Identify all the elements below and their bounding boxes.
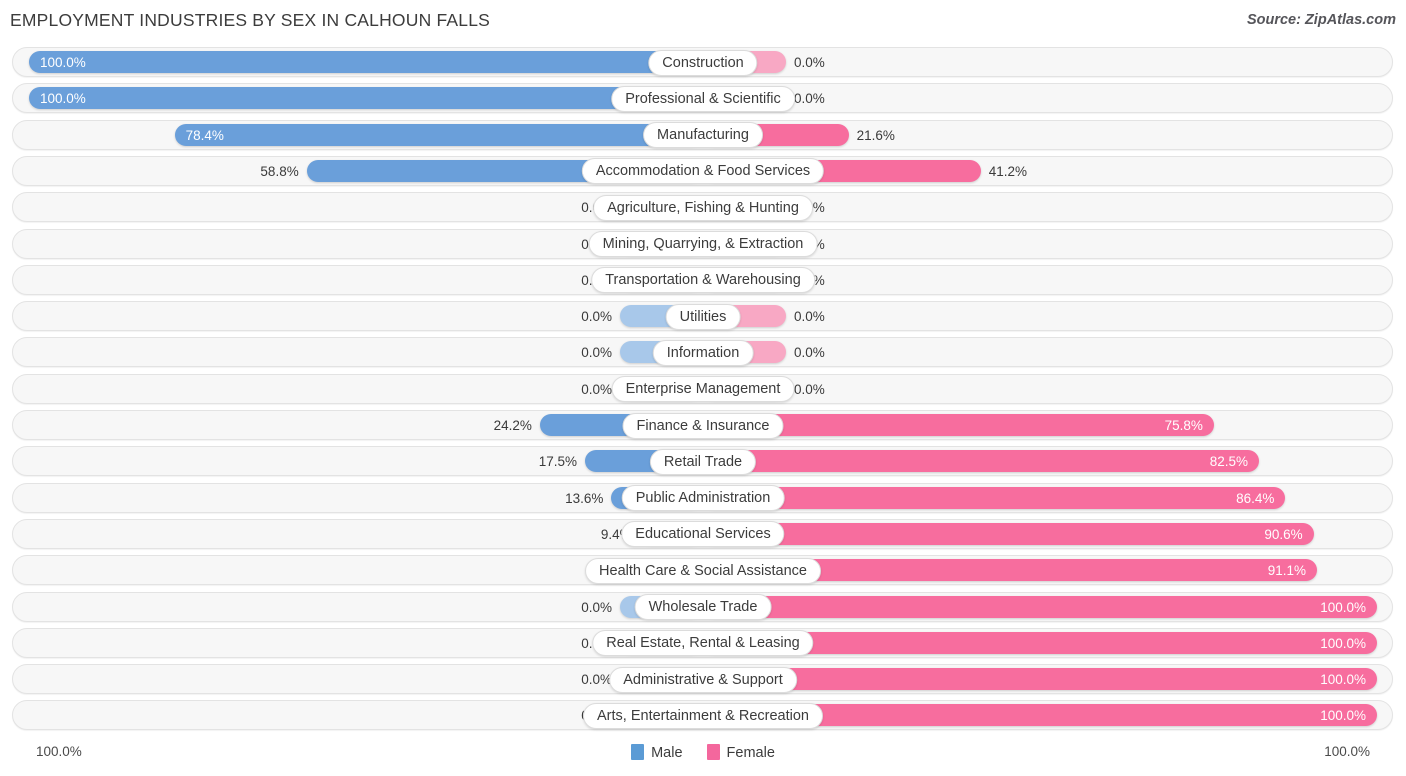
chart-row: 24.2% 75.8% Finance & Insurance: [0, 407, 1406, 443]
female-value-label: 0.0%: [794, 91, 825, 107]
category-label[interactable]: Mining, Quarrying, & Extraction: [588, 231, 818, 257]
female-value-label: 100.0%: [1320, 708, 1366, 724]
female-value-label: 75.8%: [1164, 418, 1203, 433]
male-value-label: 0.0%: [581, 309, 612, 325]
chart-footer: 100.0% Male Female 100.0%: [0, 738, 1406, 776]
chart-row: 0.0% 100.0% Administrative & Support: [0, 661, 1406, 697]
male-color-swatch: [631, 744, 645, 760]
chart-row: 0.0%100.0%Real Estate, Rental & Leasing: [0, 625, 1406, 661]
female-value-label: 100.0%: [1320, 635, 1366, 651]
chart-row: 0.0% 0.0% Enterprise Management: [0, 371, 1406, 407]
chart-row: 17.5% 82.5% Retail Trade: [0, 443, 1406, 479]
chart-row: 0.0% 0.0% Information: [0, 334, 1406, 370]
chart-row: 8.9%91.1%Health Care & Social Assistance: [0, 552, 1406, 588]
legend-label-male: Male: [651, 745, 683, 761]
male-value-label: 17.5%: [538, 454, 578, 470]
male-value-label: 24.2%: [493, 418, 532, 433]
female-bar[interactable]: [703, 668, 1377, 691]
male-value-label: 78.4%: [185, 127, 224, 143]
male-value-label: 0.0%: [581, 345, 612, 361]
category-label[interactable]: Public Administration: [621, 485, 785, 512]
female-value-label: 41.2%: [988, 163, 1027, 179]
axis-label-right: 100.0%: [1324, 744, 1370, 759]
chart-legend: Male Female: [0, 744, 1406, 761]
legend-item-male[interactable]: Male: [631, 744, 683, 761]
category-label[interactable]: Transportation & Warehousing: [591, 267, 815, 294]
female-value-label: 0.0%: [794, 381, 825, 397]
male-value-label: 13.6%: [565, 490, 604, 506]
female-value-label: 90.6%: [1264, 526, 1303, 542]
chart-row: 58.8% 41.2% Accommodation & Food Services: [0, 153, 1406, 189]
female-color-swatch: [706, 744, 720, 760]
chart-row: 0.0% 100.0% Wholesale Trade: [0, 589, 1406, 625]
female-bar[interactable]: [703, 522, 1314, 545]
chart-row: 0.0% 0.0% Utilities: [0, 298, 1406, 334]
chart-row: 78.4% 21.6% Manufacturing: [0, 117, 1406, 153]
female-value-label: 86.4%: [1236, 490, 1275, 506]
female-value-label: 0.0%: [794, 345, 825, 361]
female-bar[interactable]: [703, 450, 1260, 473]
female-value-label: 21.6%: [856, 127, 895, 143]
chart-row: 0.0%0.0%Agriculture, Fishing & Hunting: [0, 189, 1406, 225]
female-value-label: 0.0%: [794, 55, 825, 70]
category-label[interactable]: Real Estate, Rental & Leasing: [592, 630, 814, 657]
chart-row: 0.0%0.0%Mining, Quarrying, & Extraction: [0, 226, 1406, 262]
male-bar[interactable]: [29, 51, 703, 73]
page-title: EMPLOYMENT INDUSTRIES BY SEX IN CALHOUN …: [10, 10, 491, 30]
female-value-label: 82.5%: [1209, 454, 1249, 470]
category-label[interactable]: Educational Services: [621, 521, 785, 548]
chart-row: 100.0% 0.0% Construction: [0, 44, 1406, 80]
chart-row: 100.0% 0.0% Professional & Scientific: [0, 80, 1406, 116]
male-value-label: 100.0%: [40, 91, 86, 107]
category-label[interactable]: Finance & Insurance: [622, 412, 784, 439]
male-value-label: 0.0%: [581, 672, 612, 688]
category-label[interactable]: Information: [652, 339, 754, 366]
legend-label-female: Female: [726, 745, 775, 761]
category-label[interactable]: Accommodation & Food Services: [581, 158, 825, 185]
female-value-label: 91.1%: [1267, 563, 1307, 579]
category-label[interactable]: Retail Trade: [649, 448, 757, 475]
category-label[interactable]: Administrative & Support: [609, 666, 797, 693]
legend-item-female[interactable]: Female: [706, 744, 775, 761]
male-value-label: 100.0%: [40, 55, 86, 70]
category-label[interactable]: Manufacturing: [643, 122, 763, 149]
chart-row: 0.0%100.0%Arts, Entertainment & Recreati…: [0, 697, 1406, 733]
category-label[interactable]: Construction: [648, 49, 758, 76]
category-label[interactable]: Enterprise Management: [611, 376, 795, 403]
chart-row: 13.6% 86.4% Public Administration: [0, 480, 1406, 516]
female-bar[interactable]: [703, 486, 1286, 509]
chart-header: EMPLOYMENT INDUSTRIES BY SEX IN CALHOUN …: [0, 0, 1406, 42]
female-bar[interactable]: [703, 595, 1377, 618]
source-attribution: Source: ZipAtlas.com: [1246, 12, 1396, 28]
diverging-bar-chart: 100.0% 0.0% Construction 100.0% 0.0% Professi…: [0, 44, 1406, 736]
chart-row: 9.4% 90.6% Educational Services: [0, 516, 1406, 552]
female-value-label: 100.0%: [1320, 672, 1366, 688]
category-label[interactable]: Utilities: [665, 303, 741, 330]
female-value-label: 100.0%: [1320, 599, 1366, 615]
male-bar[interactable]: [29, 87, 703, 110]
chart-row: 0.0%0.0%Transportation & Warehousing: [0, 262, 1406, 298]
category-label[interactable]: Wholesale Trade: [634, 594, 772, 620]
male-bar[interactable]: [174, 123, 703, 146]
category-label[interactable]: Professional & Scientific: [611, 85, 795, 112]
category-label[interactable]: Agriculture, Fishing & Hunting: [593, 194, 813, 221]
female-value-label: 0.0%: [794, 309, 825, 325]
category-label[interactable]: Health Care & Social Assistance: [585, 557, 821, 584]
male-value-label: 58.8%: [260, 163, 299, 179]
category-label[interactable]: Arts, Entertainment & Recreation: [583, 702, 823, 729]
male-value-label: 0.0%: [581, 381, 612, 397]
male-value-label: 0.0%: [581, 599, 612, 615]
